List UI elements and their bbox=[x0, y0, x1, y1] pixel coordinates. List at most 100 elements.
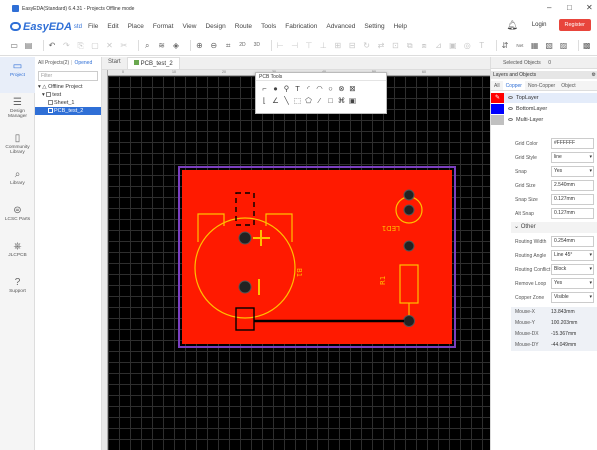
layer-row-multilayer[interactable]: Multi-Layer bbox=[491, 115, 597, 125]
battery-b1[interactable] bbox=[194, 192, 296, 331]
via-icon[interactable]: ◎ bbox=[463, 41, 471, 50]
arc2-tool-icon[interactable]: ◠ bbox=[315, 84, 324, 93]
filter-input[interactable]: Filter bbox=[38, 71, 98, 81]
tree-sheet-1[interactable]: Sheet_1 bbox=[35, 99, 101, 107]
text-tool-icon[interactable]: T bbox=[293, 84, 302, 93]
pcb-components-layer[interactable]: B1 LED1 R1 bbox=[102, 70, 490, 450]
layers-tab-non-copper[interactable]: Non-Copper bbox=[525, 81, 558, 90]
save-all-icon[interactable]: ▤ bbox=[24, 41, 33, 50]
led-led1[interactable] bbox=[395, 189, 423, 252]
cross-tool-icon[interactable]: ⌘ bbox=[337, 96, 346, 105]
dimension-tool-icon[interactable]: ⌊ bbox=[260, 96, 269, 105]
layer-color-swatch[interactable] bbox=[491, 115, 504, 125]
register-button[interactable]: Register bbox=[558, 19, 591, 31]
bom-icon[interactable]: ▧ bbox=[545, 41, 553, 50]
zoom-in-icon[interactable]: ⊕ bbox=[195, 41, 203, 50]
align-right-icon[interactable]: ⊣ bbox=[290, 41, 298, 50]
arc-tool-icon[interactable]: ◜ bbox=[304, 84, 313, 93]
snap-select[interactable]: Yes bbox=[551, 166, 594, 177]
rail-project[interactable]: ▭ Project bbox=[0, 57, 35, 93]
rail-community-library[interactable]: ▯ Community Library bbox=[0, 129, 35, 165]
tab-start[interactable]: Start bbox=[102, 57, 127, 69]
menu-setting[interactable]: Setting bbox=[364, 23, 384, 30]
layer-icon[interactable]: ⧈ bbox=[420, 41, 428, 50]
menu-design[interactable]: Design bbox=[205, 23, 225, 30]
login-link[interactable]: Login bbox=[532, 22, 547, 28]
redo-icon[interactable]: ↷ bbox=[62, 41, 70, 50]
undo-icon[interactable]: ↶ bbox=[48, 41, 56, 50]
layers-tab-all[interactable]: All bbox=[491, 81, 503, 90]
routing-angle-select[interactable]: Line 45° bbox=[551, 250, 594, 261]
eye-icon[interactable] bbox=[508, 96, 513, 100]
drc-icon[interactable]: ◈ bbox=[172, 41, 180, 50]
circle-tool-icon[interactable]: ○ bbox=[326, 84, 335, 93]
menu-place[interactable]: Place bbox=[128, 23, 144, 30]
layer-color-swatch[interactable]: ✎ bbox=[491, 93, 504, 103]
menu-format[interactable]: Format bbox=[153, 23, 174, 30]
rotate-icon[interactable]: ↻ bbox=[362, 41, 370, 50]
find-similar-icon[interactable]: ≋ bbox=[157, 41, 165, 50]
via-tool-icon[interactable]: ⚲ bbox=[282, 84, 291, 93]
layers-tab-copper[interactable]: Copper bbox=[502, 81, 525, 90]
eye-icon[interactable] bbox=[508, 118, 513, 122]
grid-size-input[interactable]: 2.540mm bbox=[551, 180, 594, 191]
layer-color-swatch[interactable] bbox=[491, 104, 504, 114]
menu-view[interactable]: View bbox=[182, 23, 196, 30]
alt-snap-input[interactable]: 0.127mm bbox=[551, 208, 594, 219]
routing-width-input[interactable]: 0.254mm bbox=[551, 236, 594, 247]
gerber-icon[interactable]: ▦ bbox=[531, 41, 539, 50]
connect-tool-icon[interactable]: ╲ bbox=[282, 96, 291, 105]
import-changes-icon[interactable]: ⇵ bbox=[501, 41, 509, 50]
group-icon[interactable]: ⧉ bbox=[406, 41, 414, 50]
menu-file[interactable]: File bbox=[88, 23, 98, 30]
grid-style-select[interactable]: line bbox=[551, 152, 594, 163]
rail-design-manager[interactable]: ☰ Design Manager bbox=[0, 93, 35, 129]
rail-library[interactable]: ⌕ Library bbox=[0, 165, 35, 201]
rail-lcsc-parts[interactable]: ⊜ LCSC Parts bbox=[0, 201, 35, 237]
rect-tool-icon[interactable]: □ bbox=[326, 96, 335, 105]
layer-row-bottomlayer[interactable]: BottomLayer bbox=[491, 104, 597, 114]
resistor-r1[interactable] bbox=[399, 264, 419, 327]
tab-pcb-test-2[interactable]: PCB_test_2 bbox=[126, 57, 180, 69]
rail-support[interactable]: ? Support bbox=[0, 273, 35, 309]
view-2d-icon[interactable]: 2D bbox=[238, 41, 246, 50]
align-bottom-icon[interactable]: ⊥ bbox=[319, 41, 327, 50]
text-icon[interactable]: T bbox=[477, 41, 485, 50]
easyeda-logo[interactable]: EasyEDA std bbox=[10, 21, 82, 33]
align-center-icon[interactable]: ⊞ bbox=[334, 41, 342, 50]
layer-row-toplayer[interactable]: ✎ TopLayer bbox=[491, 93, 597, 103]
minimize-button[interactable]: – bbox=[547, 3, 551, 12]
copy-icon[interactable]: ⎘ bbox=[77, 41, 85, 50]
maximize-button[interactable]: □ bbox=[567, 3, 572, 12]
track-tool-icon[interactable]: ⌐ bbox=[260, 84, 269, 93]
distribute-icon[interactable]: ⊟ bbox=[348, 41, 356, 50]
rail-jlcpcb[interactable]: ⎈ JLCPCB bbox=[0, 237, 35, 273]
other-section-header[interactable]: ⌄ Other bbox=[511, 222, 597, 233]
remove-loop-select[interactable]: Yes bbox=[551, 278, 594, 289]
net-icon[interactable]: Net bbox=[515, 41, 524, 50]
save-icon[interactable]: ▭ bbox=[10, 41, 18, 50]
copper-area-tool-icon[interactable]: ⬚ bbox=[293, 96, 302, 105]
grid-color-input[interactable]: #FFFFFF bbox=[551, 138, 594, 149]
align-top-icon[interactable]: ⊤ bbox=[305, 41, 313, 50]
notification-bell-icon[interactable]: 🔔︎ bbox=[506, 20, 517, 31]
paste-icon[interactable]: ▢ bbox=[91, 41, 99, 50]
lock-icon[interactable]: ⊡ bbox=[391, 41, 399, 50]
menu-tools[interactable]: Tools bbox=[261, 23, 276, 30]
measure-tool-icon[interactable]: ⁄ bbox=[315, 96, 324, 105]
order-pcb-icon[interactable]: ▩ bbox=[583, 41, 591, 50]
menu-fabrication[interactable]: Fabrication bbox=[285, 23, 317, 30]
layers-settings-icon[interactable]: ⚙ bbox=[592, 71, 596, 79]
tab-all-projects[interactable]: All Projects(2) bbox=[38, 60, 69, 66]
pcb-canvas[interactable]: 0 10 20 30 40 50 60 B1 bbox=[102, 70, 490, 450]
pick-place-icon[interactable]: ▨ bbox=[559, 41, 568, 50]
pad-tool-icon[interactable]: ● bbox=[271, 84, 280, 93]
copper-area-icon[interactable]: ▣ bbox=[449, 41, 457, 50]
align-left-icon[interactable]: ⊢ bbox=[276, 41, 284, 50]
view-3d-icon[interactable]: 3D bbox=[253, 41, 261, 50]
menu-edit[interactable]: Edit bbox=[107, 23, 118, 30]
routing-conflict-select[interactable]: Block bbox=[551, 264, 594, 275]
copper-zone-select[interactable]: Visible bbox=[551, 292, 594, 303]
image-tool-icon[interactable]: ⊠ bbox=[348, 84, 357, 93]
menu-advanced[interactable]: Advanced bbox=[326, 23, 355, 30]
